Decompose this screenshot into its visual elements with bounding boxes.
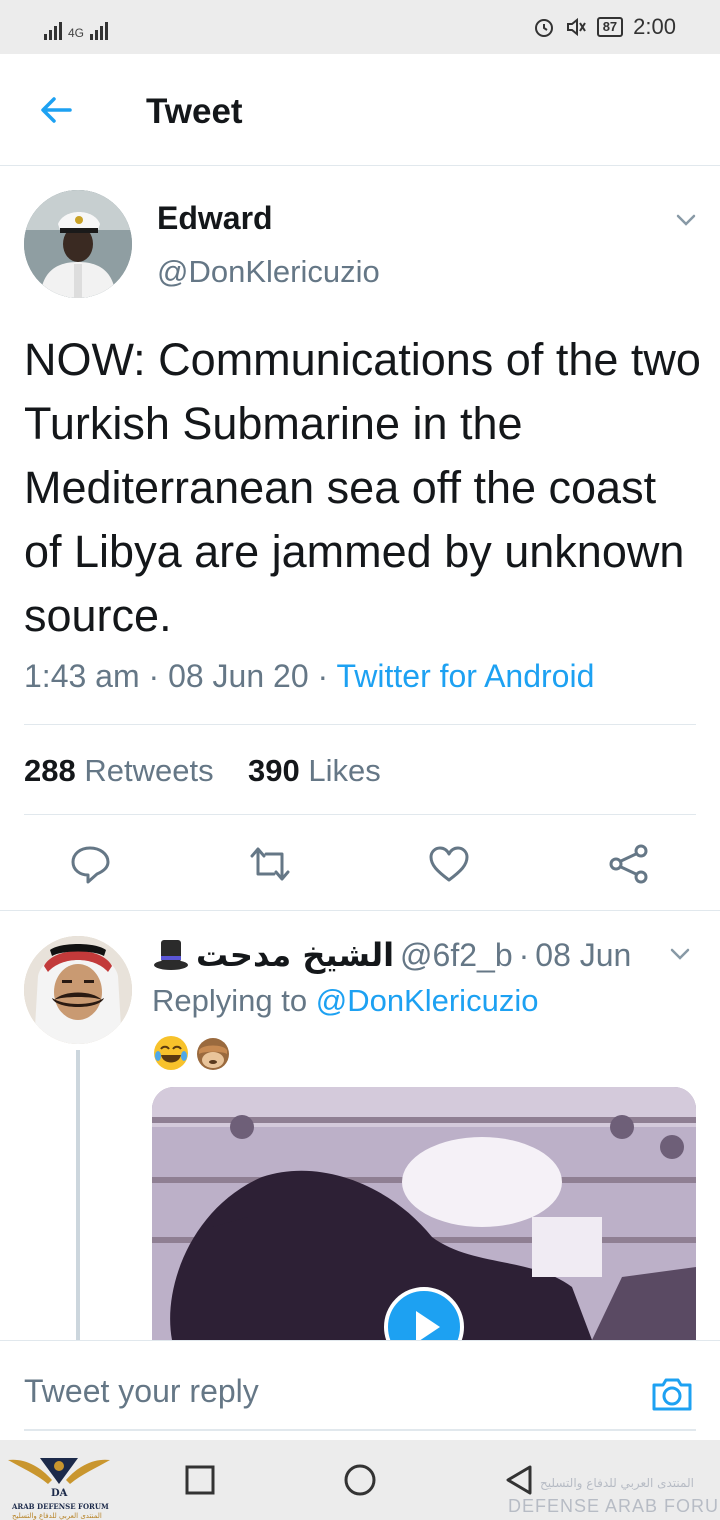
author-name[interactable]: Edward — [157, 200, 273, 237]
app-bar: Tweet — [0, 54, 720, 166]
replying-mention-link[interactable]: @DonKlericuzio — [316, 983, 539, 1018]
retweets-label: Retweets — [84, 753, 214, 788]
alarm-icon — [534, 19, 553, 37]
share-icon[interactable] — [607, 842, 651, 886]
logo-subtext: المنتدى العربي للدفاع والتسليح — [12, 1512, 102, 1520]
tweet-stats: 288 Retweets 390 Likes — [24, 753, 381, 789]
reply-author-name[interactable]: الشيخ مدحت — [196, 936, 394, 974]
mute-icon — [566, 17, 586, 37]
back-arrow-icon[interactable] — [36, 90, 76, 130]
likes-stat[interactable]: 390 Likes — [248, 753, 381, 788]
reply-header: الشيخ مدحت @6f2_b · 08 Jun — [152, 936, 631, 974]
meta-separator: · — [317, 658, 329, 694]
status-bar: 4G 87 2:00 — [0, 0, 720, 54]
video-thumbnail[interactable] — [152, 1087, 696, 1340]
reply-author-handle[interactable]: @6f2_b — [400, 937, 513, 974]
chevron-down-icon[interactable] — [674, 208, 698, 232]
likes-count: 390 — [248, 753, 300, 788]
tweet-time: 1:43 am — [24, 658, 140, 694]
tweet-text: NOW: Communications of the two Turkish S… — [24, 334, 701, 641]
replying-to: Replying to @DonKlericuzio — [152, 983, 538, 1019]
see-no-evil-monkey-emoji-icon — [197, 1038, 229, 1070]
watermark-arabic: المنتدى العربي للدفاع والتسليح — [540, 1476, 694, 1490]
thread-line — [76, 1050, 80, 1340]
logo-text: ARAB DEFENSE FORUM — [12, 1502, 109, 1511]
system-nav-bar: DA ARAB DEFENSE FORUM المنتدى العربي للد… — [0, 1440, 720, 1520]
top-hat-icon — [154, 940, 188, 970]
status-right: 87 2:00 — [533, 14, 676, 40]
replying-prefix: Replying to — [152, 983, 308, 1018]
meta-separator: · — [518, 936, 530, 973]
reply-compose-bar: Tweet your reply — [0, 1340, 720, 1440]
divider — [24, 814, 696, 815]
reply-input-underline — [24, 1429, 696, 1431]
likes-label: Likes — [308, 753, 381, 788]
tweet-source-link[interactable]: Twitter for Android — [336, 658, 594, 694]
reply-author-avatar[interactable] — [24, 936, 132, 1044]
watermark-english: DEFENSE ARAB FORUM — [508, 1496, 720, 1516]
nav-home-icon[interactable] — [342, 1462, 378, 1498]
play-button[interactable] — [384, 1287, 464, 1340]
retweet-icon[interactable] — [248, 842, 292, 886]
network-type-label: 4G — [68, 26, 85, 40]
tweet-date: 08 Jun 20 — [168, 658, 309, 694]
signal-indicators: 4G — [44, 12, 109, 40]
nav-back-icon[interactable] — [502, 1462, 538, 1498]
retweets-count: 288 — [24, 753, 76, 788]
author-handle[interactable]: @DonKlericuzio — [157, 254, 380, 290]
battery-indicator: 87 — [596, 17, 624, 37]
tweet-meta: 1:43 am · 08 Jun 20 · Twitter for Androi… — [24, 658, 594, 695]
meta-separator: · — [148, 658, 160, 694]
clock: 2:00 — [633, 14, 676, 39]
divider — [24, 724, 696, 725]
camera-icon[interactable] — [650, 1371, 694, 1415]
page-title: Tweet — [146, 92, 243, 131]
author-avatar[interactable] — [24, 190, 132, 298]
like-icon[interactable] — [427, 842, 471, 886]
reply-icon[interactable] — [68, 842, 112, 886]
signal-bars-icon — [90, 20, 109, 40]
eagle-logo-icon: DA — [8, 1458, 110, 1499]
nav-recents-icon[interactable] — [182, 1462, 218, 1498]
reply-date: 08 Jun — [535, 936, 632, 973]
retweets-stat[interactable]: 288 Retweets — [24, 753, 214, 788]
tears-of-joy-emoji-icon — [154, 1036, 188, 1070]
divider — [0, 910, 720, 911]
forum-logo: DA ARAB DEFENSE FORUM المنتدى العربي للد… — [4, 1444, 114, 1520]
play-icon — [416, 1311, 440, 1340]
svg-text:DA: DA — [51, 1488, 68, 1499]
reply-input[interactable]: Tweet your reply — [24, 1373, 259, 1410]
signal-bars-icon — [44, 20, 62, 40]
chevron-down-icon[interactable] — [668, 942, 692, 966]
reply-emojis — [152, 1034, 232, 1072]
